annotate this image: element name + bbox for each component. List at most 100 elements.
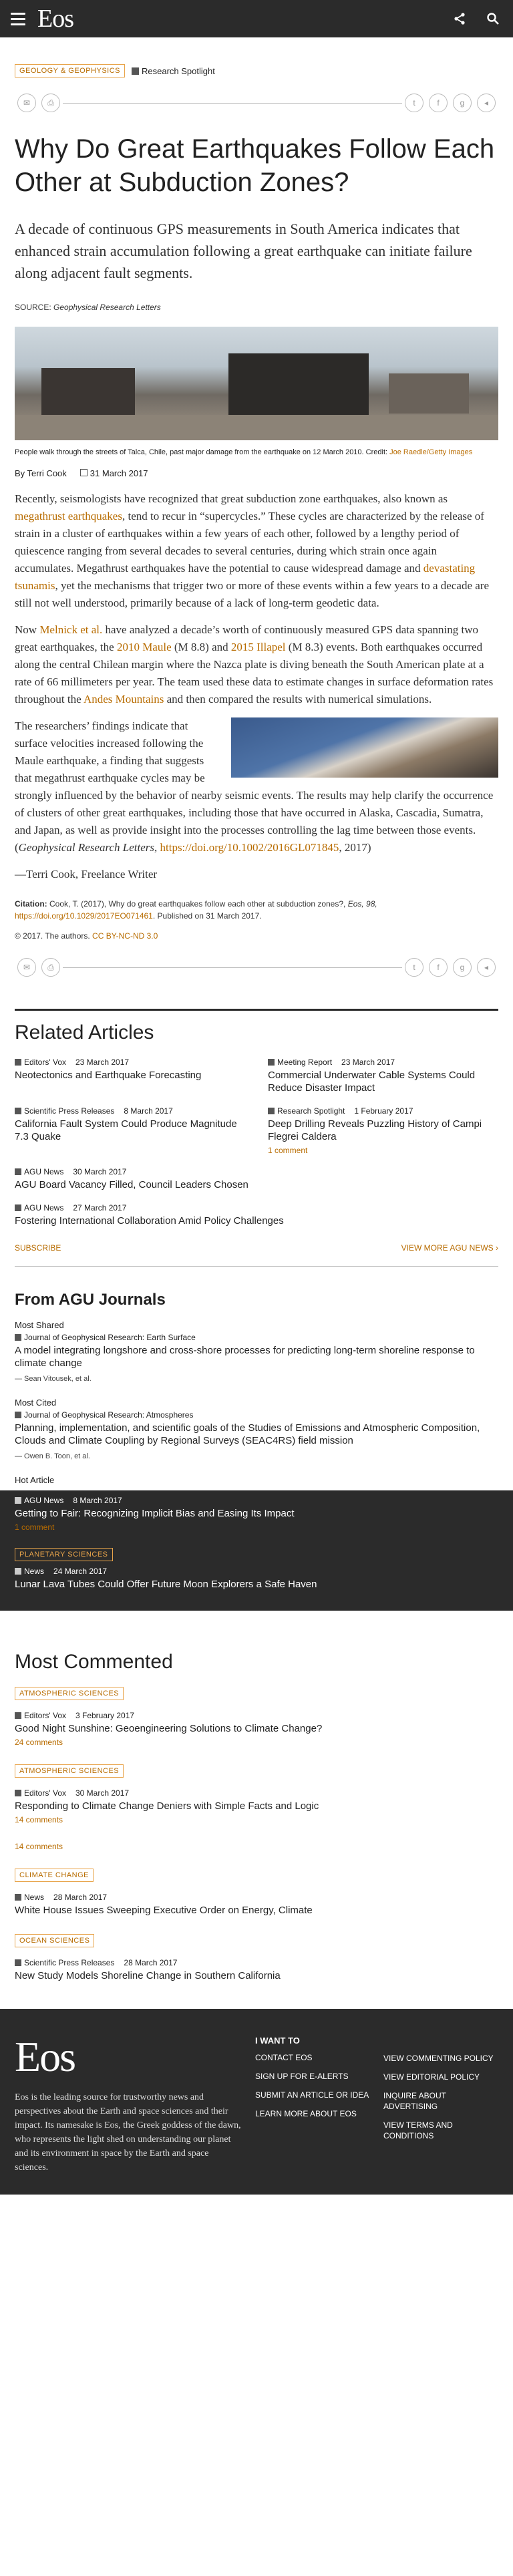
topic-tag[interactable]: PLANETARY SCIENCES	[15, 1548, 113, 1561]
print-icon[interactable]: ⎙	[41, 94, 60, 112]
comment-count[interactable]: 14 comments	[15, 1842, 498, 1851]
article-dek: A decade of continuous GPS measurements …	[15, 220, 472, 281]
agu-journals-heading: From AGU Journals	[15, 1291, 166, 1309]
search-icon[interactable]	[484, 9, 502, 28]
document-icon	[132, 67, 140, 75]
link-illapel[interactable]: 2015 Illapel	[231, 641, 286, 653]
comment-count[interactable]: 24 comments	[15, 1738, 498, 1747]
journal-article-title[interactable]: A model integrating longshore and cross-…	[15, 1345, 475, 1369]
journal-article-title[interactable]: Planning, implementation, and scientific…	[15, 1422, 480, 1446]
license-link[interactable]: CC BY-NC-ND 3.0	[92, 931, 158, 941]
most-commented-item[interactable]: 14 comments	[15, 1842, 498, 1851]
topic-tag[interactable]: ATMOSPHERIC SCIENCES	[15, 1687, 124, 1700]
hero-photo	[15, 327, 498, 440]
link-maule[interactable]: 2010 Maule	[117, 641, 172, 653]
related-title[interactable]: Fostering International Collaboration Am…	[15, 1215, 284, 1227]
related-title[interactable]: Deep Drilling Reveals Puzzling History o…	[268, 1118, 482, 1142]
comment-count[interactable]: 14 comments	[15, 1815, 498, 1824]
twitter-icon[interactable]: t	[405, 94, 423, 112]
print-icon[interactable]: ⎙	[41, 958, 60, 977]
comment-count[interactable]: 1 comment	[15, 1522, 498, 1532]
copyright: © 2017. The authors. CC BY-NC-ND 3.0	[15, 931, 158, 941]
calendar-icon	[79, 469, 88, 476]
topic-tag[interactable]: ATMOSPHERIC SCIENCES	[15, 1764, 124, 1778]
email-icon[interactable]: ✉	[17, 94, 36, 112]
most-commented-title[interactable]: Responding to Climate Change Deniers wit…	[15, 1800, 319, 1812]
google-plus-icon[interactable]: g	[453, 94, 472, 112]
citation-doi-link[interactable]: https://doi.org/10.1029/2017EO071461	[15, 911, 153, 921]
footer-link[interactable]: INQUIRE ABOUT ADVERTISING	[383, 2090, 498, 2112]
article-body: Recently, seismologists have recognized …	[15, 490, 498, 856]
footer-logo[interactable]: Eos	[15, 2036, 242, 2078]
document-icon	[15, 1959, 21, 1966]
related-heading: Related Articles	[15, 1021, 154, 1043]
document-icon	[15, 1334, 21, 1341]
hot-article-item[interactable]: AGU News 8 March 2017 Getting to Fair: Re…	[15, 1496, 498, 1532]
hot-article-panel: AGU News 8 March 2017 Getting to Fair: Re…	[0, 1490, 513, 1611]
document-icon	[15, 1497, 21, 1504]
document-icon	[268, 1059, 275, 1066]
share-alt-icon[interactable]: ◂	[477, 958, 496, 977]
photo-caption: People walk through the streets of Talca…	[15, 448, 473, 456]
paragraph-2: Now Melnick et al. have analyzed a decad…	[15, 623, 494, 705]
footer-link[interactable]: VIEW EDITORIAL POLICY	[383, 2072, 498, 2082]
most-commented-title[interactable]: White House Issues Sweeping Executive Or…	[15, 1905, 313, 1916]
twitter-icon[interactable]: t	[405, 958, 423, 977]
related-title[interactable]: Commercial Underwater Cable Systems Coul…	[268, 1070, 475, 1094]
caption-credit-link[interactable]: Joe Raedle/Getty Images	[389, 448, 472, 456]
hot-article-title[interactable]: Lunar Lava Tubes Could Offer Future Moon…	[15, 1579, 317, 1590]
footer-link[interactable]: SUBMIT AN ARTICLE OR IDEA	[255, 2090, 370, 2100]
facebook-icon[interactable]: f	[429, 94, 448, 112]
link-melnick[interactable]: Melnick et al.	[39, 623, 102, 636]
footer-link[interactable]: SIGN UP FOR E-ALERTS	[255, 2071, 370, 2082]
hot-article-title[interactable]: Getting to Fair: Recognizing Implicit Bi…	[15, 1508, 295, 1519]
document-icon	[268, 1108, 275, 1114]
email-icon[interactable]: ✉	[17, 958, 36, 977]
link-andes[interactable]: Andes Mountains	[83, 693, 164, 705]
article-source: SOURCE: Geophysical Research Letters	[15, 303, 161, 312]
link-megathrust[interactable]: megathrust earthquakes	[15, 510, 122, 522]
related-title[interactable]: Neotectonics and Earthquake Forecasting	[15, 1070, 201, 1081]
most-commented-item[interactable]: CLIMATE CHANGE News 28 March 2017 White H…	[15, 1869, 498, 1917]
related-item[interactable]: AGU News 27 March 2017 Fostering Internat…	[15, 1203, 498, 1227]
document-icon	[15, 1108, 21, 1114]
related-grid: Editors' Vox 23 March 2017 Neotectonics a…	[15, 1058, 498, 1155]
most-commented-title[interactable]: Good Night Sunshine: Geoengineering Solu…	[15, 1723, 322, 1734]
topic-tag[interactable]: GEOLOGY & GEOPHYSICS	[15, 64, 126, 77]
most-commented-item[interactable]: OCEAN SCIENCES Scientific Press Releases…	[15, 1934, 498, 1982]
comment-count[interactable]: 1 comment	[268, 1146, 498, 1155]
document-icon	[15, 1204, 21, 1211]
hamburger-icon[interactable]	[7, 7, 29, 30]
most-commented-title[interactable]: New Study Models Shoreline Change in Sou…	[15, 1970, 281, 1981]
share-icon[interactable]	[450, 9, 469, 28]
more-agu-news-link[interactable]: VIEW MORE AGU NEWS ›	[401, 1243, 498, 1253]
top-navbar: Eos	[0, 0, 513, 37]
google-plus-icon[interactable]: g	[453, 958, 472, 977]
footer-link[interactable]: VIEW COMMENTING POLICY	[383, 2053, 498, 2064]
footer-description: Eos is the leading source for trustworth…	[15, 2092, 241, 2172]
article-title: Why Do Great Earthquakes Follow Each Oth…	[15, 134, 495, 197]
related-item[interactable]: AGU News 30 March 2017 AGU Board Vacancy …	[15, 1167, 498, 1191]
related-item[interactable]: Research Spotlight 1 February 2017 Deep D…	[268, 1106, 498, 1155]
share-alt-icon[interactable]: ◂	[477, 94, 496, 112]
footer-link[interactable]: LEARN MORE ABOUT EOS	[255, 2108, 370, 2119]
footer-link[interactable]: VIEW TERMS AND CONDITIONS	[383, 2120, 498, 2141]
site-logo[interactable]: Eos	[37, 6, 74, 31]
related-item[interactable]: Meeting Report 23 March 2017 Commercial U…	[268, 1058, 498, 1094]
hot-article-label: Hot Article	[15, 1475, 55, 1485]
footer-link[interactable]: CONTACT EOS	[255, 2052, 370, 2063]
most-commented-item[interactable]: ATMOSPHERIC SCIENCES Editors' Vox 3 Febru…	[15, 1687, 498, 1747]
link-doi[interactable]: https://doi.org/10.1002/2016GL071845	[160, 841, 339, 854]
related-title[interactable]: California Fault System Could Produce Ma…	[15, 1118, 237, 1142]
document-icon	[15, 1412, 21, 1418]
facebook-icon[interactable]: f	[429, 958, 448, 977]
most-commented-item[interactable]: ATMOSPHERIC SCIENCES Editors' Vox 30 Marc…	[15, 1764, 498, 1824]
topic-tag[interactable]: OCEAN SCIENCES	[15, 1934, 95, 1947]
related-item[interactable]: Editors' Vox 23 March 2017 Neotectonics a…	[15, 1058, 245, 1094]
related-title[interactable]: AGU Board Vacancy Filled, Council Leader…	[15, 1179, 248, 1190]
topic-tag[interactable]: CLIMATE CHANGE	[15, 1869, 94, 1882]
signature: —Terri Cook, Freelance Writer	[15, 868, 158, 880]
subscribe-link[interactable]: SUBSCRIBE	[15, 1243, 61, 1253]
hot-article-item[interactable]: PLANETARY SCIENCES News 24 March 2017 Lun…	[15, 1548, 498, 1591]
related-item[interactable]: Scientific Press Releases 8 March 2017 Ca…	[15, 1106, 245, 1155]
